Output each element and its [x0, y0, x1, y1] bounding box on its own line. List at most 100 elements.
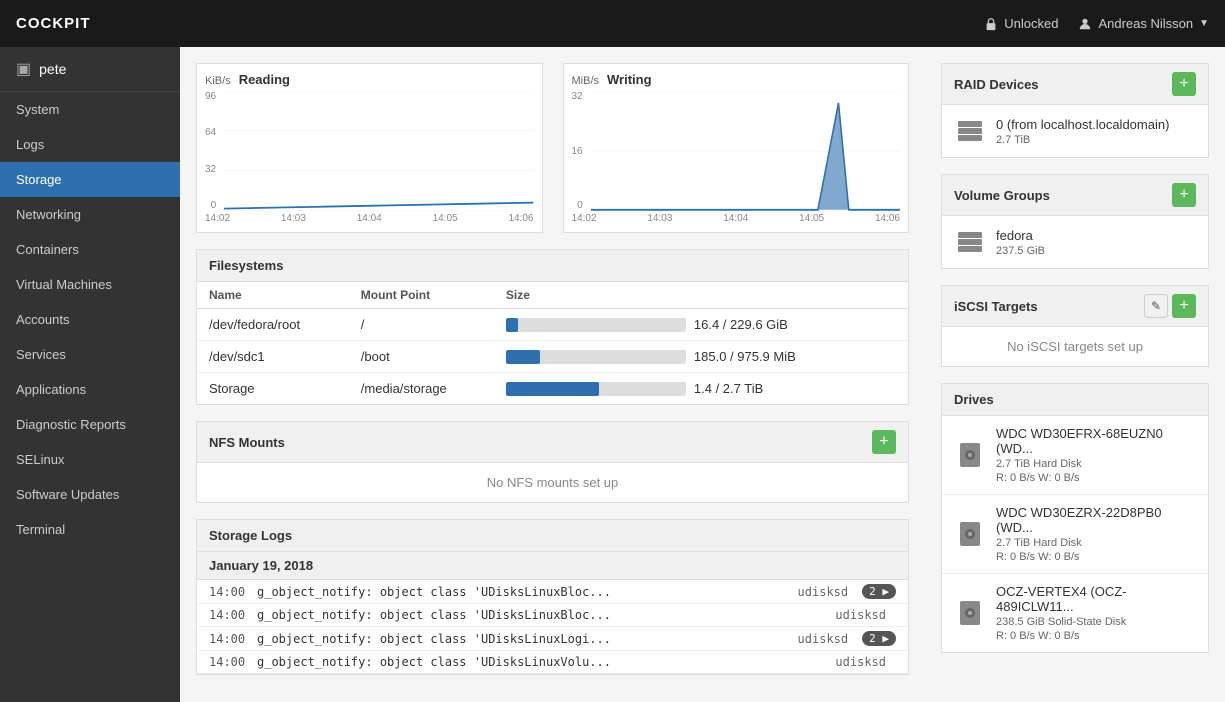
iscsi-targets-body: No iSCSI targets set up [942, 327, 1208, 366]
fs-mount: /boot [349, 341, 494, 373]
col-size: Size [494, 282, 908, 309]
log-row: 14:00 g_object_notify: object class 'UDi… [197, 604, 908, 627]
drive-item-info: WDC WD30EFRX-68EUZN0 (WD... 2.7 TiB Hard… [996, 426, 1196, 484]
drive-icon [954, 597, 986, 629]
vg-item-name: fedora [996, 228, 1196, 243]
lock-status[interactable]: Unlocked [984, 16, 1058, 31]
fs-mount: / [349, 309, 494, 341]
volume-groups-body: fedora 237.5 GiB [942, 216, 1208, 268]
nfs-mounts-header: NFS Mounts + [197, 422, 908, 463]
storage-logs-title: Storage Logs [209, 528, 292, 543]
log-time: 14:00 [209, 608, 249, 622]
reading-title: Reading [239, 72, 290, 87]
filesystems-card: Filesystems Name Mount Point Size /dev/f… [196, 249, 909, 405]
drive-item[interactable]: WDC WD30EZRX-22D8PB0 (WD... 2.7 TiB Hard… [942, 495, 1208, 574]
log-row: 14:00 g_object_notify: object class 'UDi… [197, 651, 908, 674]
log-badge: 2 ▶ [862, 631, 896, 646]
fs-name: Storage [197, 373, 349, 405]
storage-logs-card: Storage Logs January 19, 2018 14:00 g_ob… [196, 519, 909, 675]
right-panel: RAID Devices + 0 (from localhost.localdo… [925, 47, 1225, 702]
col-mount: Mount Point [349, 282, 494, 309]
fs-name: /dev/fedora/root [197, 309, 349, 341]
writing-x-labels: 14:0214:0314:0414:0514:06 [572, 213, 901, 224]
raid-item-name: 0 (from localhost.localdomain) [996, 117, 1196, 132]
table-row: Storage /media/storage 1.4 / 2.7 TiB [197, 373, 908, 405]
app-brand: COCKPIT [16, 15, 91, 32]
disk-svg [956, 117, 984, 145]
writing-title: Writing [607, 72, 652, 87]
vg-disk-icon [954, 226, 986, 258]
sidebar-item-networking[interactable]: Networking [0, 197, 180, 232]
raid-item-sub: 2.7 TiB [996, 134, 1196, 146]
sidebar-item-diagnostic-reports[interactable]: Diagnostic Reports [0, 407, 180, 442]
user-label: Andreas Nilsson [1098, 16, 1193, 31]
log-time: 14:00 [209, 632, 249, 646]
sidebar-item-selinux[interactable]: SELinux [0, 442, 180, 477]
sidebar-item-accounts[interactable]: Accounts [0, 302, 180, 337]
iscsi-targets-card: iSCSI Targets ✎ + No iSCSI targets set u… [941, 285, 1209, 367]
drive-item[interactable]: OCZ-VERTEX4 (OCZ-489ICLW11... 238.5 GiB … [942, 574, 1208, 652]
volume-groups-header: Volume Groups + [942, 175, 1208, 216]
nfs-mounts-title: NFS Mounts [209, 435, 285, 450]
log-message: g_object_notify: object class 'UDisksLin… [257, 655, 825, 669]
sidebar-item-system[interactable]: System [0, 92, 180, 127]
sidebar-item-logs[interactable]: Logs [0, 127, 180, 162]
nfs-mounts-body: No NFS mounts set up [197, 463, 908, 502]
navbar: COCKPIT Unlocked Andreas Nilsson ▼ [0, 0, 1225, 47]
storage-logs-header: Storage Logs [197, 520, 908, 552]
charts-row: KiB/s Reading 9664320 [196, 63, 909, 233]
reading-x-labels: 14:0214:0314:0414:0514:06 [205, 213, 534, 224]
vg-item-info: fedora 237.5 GiB [996, 228, 1196, 257]
log-date: January 19, 2018 [197, 552, 908, 580]
add-volume-group-button[interactable]: + [1172, 183, 1196, 207]
log-message: g_object_notify: object class 'UDisksLin… [257, 632, 788, 646]
drive-sub: 2.7 TiB Hard Disk [996, 458, 1196, 470]
filesystems-header: Filesystems [197, 250, 908, 282]
reading-chart: KiB/s Reading 9664320 [196, 63, 543, 233]
sidebar-item-services[interactable]: Services [0, 337, 180, 372]
main-layout: ▣ pete System Logs Storage Networking Co… [0, 47, 1225, 702]
sidebar-item-software-updates[interactable]: Software Updates [0, 477, 180, 512]
drive-icon [954, 518, 986, 550]
hdd-svg2 [956, 520, 984, 548]
storage-logs-body: January 19, 2018 14:00 g_object_notify: … [197, 552, 908, 674]
sidebar-item-virtual-machines[interactable]: Virtual Machines [0, 267, 180, 302]
filesystems-title: Filesystems [209, 258, 283, 273]
log-source: udisksd [798, 585, 849, 599]
filesystems-table: Name Mount Point Size /dev/fedora/root / [197, 282, 908, 404]
sidebar-item-containers[interactable]: Containers [0, 232, 180, 267]
main-content: KiB/s Reading 9664320 [180, 47, 925, 702]
log-time: 14:00 [209, 655, 249, 669]
lock-icon [984, 17, 998, 31]
drive-icon [954, 439, 986, 471]
raid-item[interactable]: 0 (from localhost.localdomain) 2.7 TiB [942, 105, 1208, 157]
volume-group-item[interactable]: fedora 237.5 GiB [942, 216, 1208, 268]
drive-sub: 238.5 GiB Solid-State Disk [996, 616, 1196, 628]
reading-chart-svg [224, 91, 533, 211]
col-name: Name [197, 282, 349, 309]
writing-chart-svg [591, 91, 900, 211]
fs-mount: /media/storage [349, 373, 494, 405]
sidebar-item-terminal[interactable]: Terminal [0, 512, 180, 547]
log-row: 14:00 g_object_notify: object class 'UDi… [197, 580, 908, 604]
iscsi-buttons: ✎ + [1144, 294, 1196, 318]
add-nfs-mount-button[interactable]: + [872, 430, 896, 454]
sidebar-item-applications[interactable]: Applications [0, 372, 180, 407]
drives-title: Drives [954, 392, 994, 407]
sidebar-host-name: pete [39, 61, 66, 77]
table-row: /dev/sdc1 /boot 185.0 / 975.9 MiB [197, 341, 908, 373]
nfs-mounts-card: NFS Mounts + No NFS mounts set up [196, 421, 909, 503]
drive-item[interactable]: WDC WD30EFRX-68EUZN0 (WD... 2.7 TiB Hard… [942, 416, 1208, 495]
raid-devices-header: RAID Devices + [942, 64, 1208, 105]
raid-item-info: 0 (from localhost.localdomain) 2.7 TiB [996, 117, 1196, 146]
fs-size: 1.4 / 2.7 TiB [494, 373, 908, 405]
fs-size: 185.0 / 975.9 MiB [494, 341, 908, 373]
add-iscsi-button[interactable]: + [1172, 294, 1196, 318]
raid-devices-title: RAID Devices [954, 77, 1039, 92]
add-raid-button[interactable]: + [1172, 72, 1196, 96]
user-menu[interactable]: Andreas Nilsson ▼ [1078, 16, 1209, 31]
drive-name: WDC WD30EZRX-22D8PB0 (WD... [996, 505, 1196, 535]
edit-iscsi-button[interactable]: ✎ [1144, 294, 1168, 318]
sidebar-item-storage[interactable]: Storage [0, 162, 180, 197]
iscsi-no-data: No iSCSI targets set up [942, 327, 1208, 366]
